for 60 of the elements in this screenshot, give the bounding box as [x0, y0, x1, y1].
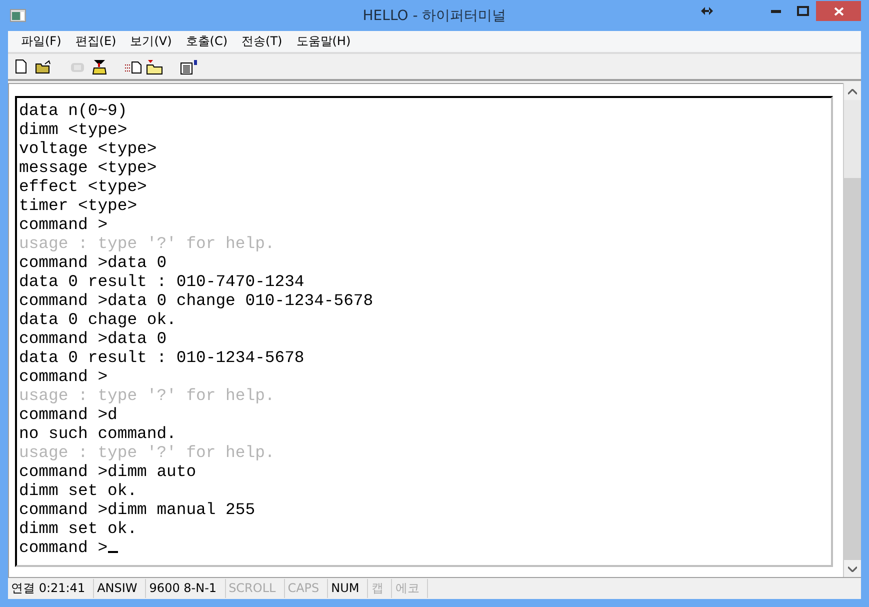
- terminal-line: data 0 result : 010-7470-1234: [19, 272, 304, 291]
- terminal-line: data n(0~9): [19, 101, 128, 120]
- terminal-line: dimm <type>: [19, 120, 128, 139]
- terminal-line: dimm set ok.: [19, 481, 138, 500]
- terminal-line: command >: [19, 215, 108, 234]
- terminal-line: command >data 0 change 010-1234-5678: [19, 291, 374, 310]
- minimize-icon: [770, 10, 780, 12]
- terminal-line: effect <type>: [19, 177, 147, 196]
- terminal-line: command >: [19, 538, 108, 557]
- toolbar-button[interactable]: [180, 58, 198, 76]
- close-button[interactable]: [816, 1, 861, 21]
- status-cell: SCROLL: [226, 579, 285, 598]
- status-cell: 캡: [368, 579, 392, 598]
- status-cell: NUM: [328, 579, 368, 598]
- status-cell: 9600 8-N-1: [146, 579, 226, 598]
- terminal-line: command >data 0: [19, 253, 167, 272]
- app-icon: [10, 9, 26, 22]
- menu-item[interactable]: 파일(F): [14, 33, 68, 50]
- window-title: HELLO - 하이퍼터미널: [362, 6, 506, 24]
- terminal-line: command >data 0: [19, 329, 167, 348]
- terminal-line: command >: [19, 367, 108, 386]
- toolbar-button[interactable]: [34, 58, 52, 76]
- menu-item[interactable]: 전송(T): [234, 33, 290, 50]
- status-cell: 에코: [392, 579, 428, 598]
- status-cell: CAPS: [284, 579, 328, 598]
- properties-icon: [180, 58, 198, 74]
- status-cell: ANSIW: [94, 579, 146, 598]
- vertical-scrollbar[interactable]: [843, 83, 861, 577]
- new-document-icon: [15, 59, 27, 74]
- terminal-line: no such command.: [19, 424, 176, 443]
- send-file-icon: [124, 60, 142, 74]
- terminal-line: command >dimm manual 255: [19, 500, 256, 519]
- toolbar-button[interactable]: [90, 58, 108, 76]
- terminal-line: voltage <type>: [19, 139, 157, 158]
- hint-line: usage : type '?' for help.: [19, 234, 275, 253]
- up-caret-icon: [848, 88, 857, 94]
- terminal-line: command >dimm auto: [19, 462, 196, 481]
- hint-line: usage : type '?' for help.: [19, 386, 275, 405]
- double-arrow-icon: [700, 7, 712, 15]
- close-icon: [834, 6, 844, 16]
- hint-line: usage : type '?' for help.: [19, 443, 275, 462]
- maximize-icon: [796, 6, 808, 16]
- down-caret-icon: [848, 566, 857, 572]
- menu-item[interactable]: 보기(V): [123, 33, 179, 50]
- terminal-line: data 0 result : 010-1234-5678: [19, 348, 304, 367]
- terminal-line: dimm set ok.: [19, 519, 138, 538]
- terminal-line: timer <type>: [19, 196, 138, 215]
- menu-item[interactable]: 호출(C): [178, 33, 235, 50]
- terminal-line: message <type>: [19, 158, 157, 177]
- status-cell: 연결 0:21:41: [8, 579, 94, 598]
- menu-item[interactable]: 편집(E): [68, 33, 124, 50]
- scroll-thumb[interactable]: [844, 178, 861, 560]
- menu-item[interactable]: 도움말(H): [289, 33, 358, 50]
- scroll-up-button[interactable]: [844, 83, 861, 100]
- scroll-down-button[interactable]: [844, 560, 861, 577]
- terminal-line: data 0 chage ok.: [19, 310, 176, 329]
- terminal-line: command >d: [19, 405, 118, 424]
- toolbar-button[interactable]: [146, 58, 164, 76]
- receive-folder-icon: [146, 58, 164, 74]
- folder-icon: [34, 60, 52, 74]
